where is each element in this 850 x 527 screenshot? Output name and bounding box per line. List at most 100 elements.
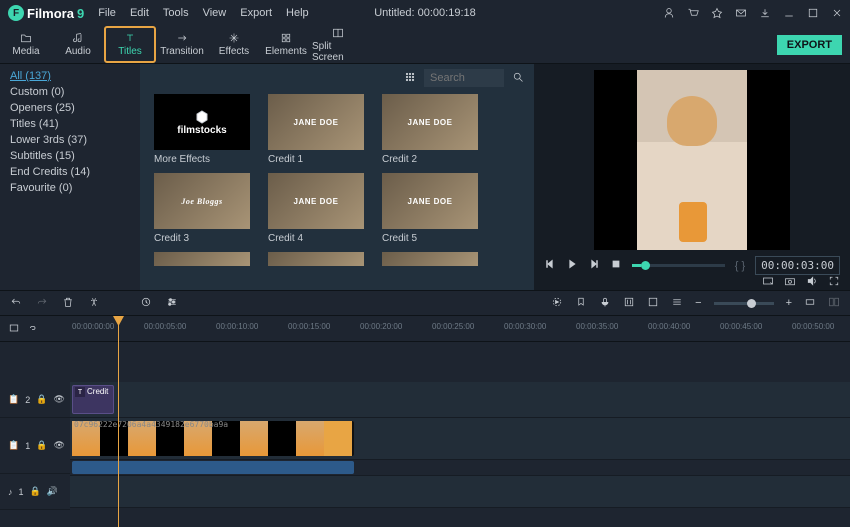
tab-elements[interactable]: Elements <box>260 26 312 63</box>
manage-tracks-icon[interactable] <box>671 296 683 311</box>
cart-icon[interactable] <box>686 6 700 20</box>
track-number: 1 <box>25 441 30 451</box>
star-icon[interactable] <box>710 6 724 20</box>
ripple-icon[interactable] <box>8 322 20 336</box>
thumb-partial-1[interactable] <box>154 252 250 266</box>
sidebar-item-openers[interactable]: Openers (25) <box>10 100 140 116</box>
markers-label[interactable]: { } <box>735 260 745 272</box>
thumb-credit-1[interactable]: JANE DOE Credit 1 <box>268 94 364 165</box>
sidebar-item-all[interactable]: All (137) <box>10 68 140 84</box>
updates-icon[interactable] <box>758 6 772 20</box>
render-icon[interactable] <box>551 296 563 311</box>
tab-audio[interactable]: Audio <box>52 26 104 63</box>
menu-tools[interactable]: Tools <box>163 7 189 19</box>
lock-icon[interactable]: 🔒 <box>30 486 41 497</box>
delete-icon[interactable] <box>62 296 74 311</box>
search-input[interactable] <box>424 69 504 87</box>
zoom-in-icon[interactable]: + <box>786 297 792 309</box>
search-icon[interactable] <box>512 71 524 86</box>
preview-video[interactable] <box>594 70 790 250</box>
menu-view[interactable]: View <box>203 7 227 19</box>
video-track[interactable]: 07c96222e7206a4a4349182e6770ba9a <box>70 418 850 460</box>
grid-view-icon[interactable] <box>404 71 416 86</box>
thumb-more-effects[interactable]: filmstocks More Effects <box>154 94 250 165</box>
sidebar-item-lower3rds[interactable]: Lower 3rds (37) <box>10 132 140 148</box>
track-head-title[interactable]: 📋 2 🔒 👁 <box>0 382 70 418</box>
audio-clip[interactable] <box>72 461 354 474</box>
thumbnail-grid[interactable]: filmstocks More Effects JANE DOE Credit … <box>140 92 534 290</box>
ruler-tick: 00:00:20:00 <box>360 322 402 331</box>
title-track[interactable]: Credit <box>70 382 850 418</box>
sidebar-item-favourite[interactable]: Favourite (0) <box>10 180 140 196</box>
maximize-icon[interactable] <box>806 6 820 20</box>
mail-icon[interactable] <box>734 6 748 20</box>
thumb-partial-3[interactable] <box>382 252 478 266</box>
eye-icon[interactable]: 👁 <box>53 394 64 405</box>
snapshot-icon[interactable] <box>784 275 796 290</box>
tab-media[interactable]: Media <box>0 26 52 63</box>
menu-export[interactable]: Export <box>240 7 272 19</box>
zoom-out-icon[interactable]: − <box>695 297 701 309</box>
mixer-icon[interactable] <box>623 296 635 311</box>
lock-icon[interactable]: 🔒 <box>36 440 47 451</box>
next-frame-icon[interactable] <box>588 258 600 273</box>
track-head-video[interactable]: 📋 1 🔒 👁 <box>0 418 70 474</box>
track-audio-icon: ♪ <box>8 487 13 497</box>
timeline-body[interactable]: 00:00:00:00 00:00:05:00 00:00:10:00 00:0… <box>70 316 850 527</box>
redo-icon[interactable] <box>36 296 48 311</box>
zoom-slider[interactable] <box>714 302 774 305</box>
menu-edit[interactable]: Edit <box>130 7 149 19</box>
link-icon[interactable] <box>26 322 38 336</box>
clip-filename: 07c96222e7206a4a4349182e6770ba9a <box>74 420 228 429</box>
duration-icon[interactable] <box>140 296 152 311</box>
thumb-credit-4[interactable]: JANE DOE Credit 4 <box>268 173 364 244</box>
tab-transition[interactable]: Transition <box>156 26 208 63</box>
progress-bar[interactable] <box>632 264 725 267</box>
sidebar-item-endcredits[interactable]: End Credits (14) <box>10 164 140 180</box>
thumb-credit-5[interactable]: JANE DOE Credit 5 <box>382 173 478 244</box>
tab-titles[interactable]: Titles <box>104 26 156 63</box>
marker-icon[interactable] <box>575 296 587 311</box>
zoom-fit-icon[interactable] <box>804 296 816 311</box>
settings-icon[interactable] <box>166 296 178 311</box>
fullscreen-icon[interactable] <box>828 275 840 290</box>
time-ruler[interactable]: 00:00:00:00 00:00:05:00 00:00:10:00 00:0… <box>70 316 850 342</box>
audio-track-2[interactable] <box>70 476 850 508</box>
eye-icon[interactable]: 👁 <box>53 440 64 451</box>
menu-file[interactable]: File <box>98 7 116 19</box>
thumb-partial-2[interactable] <box>268 252 364 266</box>
export-button[interactable]: EXPORT <box>777 35 842 55</box>
panel-layout-icon[interactable] <box>828 296 840 311</box>
volume-icon[interactable] <box>806 275 818 290</box>
quality-icon[interactable] <box>762 275 774 290</box>
stop-icon[interactable] <box>610 258 622 273</box>
lock-icon[interactable]: 🔒 <box>36 394 47 405</box>
track-head-audio[interactable]: ♪ 1 🔒 🔊 <box>0 474 70 510</box>
sidebar-item-custom[interactable]: Custom (0) <box>10 84 140 100</box>
title-clip[interactable]: Credit <box>72 385 114 414</box>
thumb-credit-2[interactable]: JANE DOE Credit 2 <box>382 94 478 165</box>
track-type-icon: 📋 <box>8 440 19 451</box>
timecode-display[interactable]: 00:00:03:00 <box>755 256 840 275</box>
keyframe-icon[interactable] <box>647 296 659 311</box>
split-icon[interactable] <box>88 296 100 311</box>
thumb-credit-3[interactable]: Joe Bloggs Credit 3 <box>154 173 250 244</box>
prev-frame-icon[interactable] <box>544 258 556 273</box>
account-icon[interactable] <box>662 6 676 20</box>
menu-help[interactable]: Help <box>286 7 309 19</box>
ruler-tick: 00:00:25:00 <box>432 322 474 331</box>
undo-icon[interactable] <box>10 296 22 311</box>
record-vo-icon[interactable] <box>599 296 611 311</box>
video-clip[interactable]: 07c96222e7206a4a4349182e6770ba9a <box>72 421 354 456</box>
playhead[interactable] <box>118 316 119 527</box>
tab-split-screen[interactable]: Split Screen <box>312 26 364 63</box>
audio-track[interactable] <box>70 460 850 476</box>
minimize-icon[interactable] <box>782 6 796 20</box>
sidebar-item-subtitles[interactable]: Subtitles (15) <box>10 148 140 164</box>
preview-bottom-bar <box>534 275 850 290</box>
sidebar-item-titles[interactable]: Titles (41) <box>10 116 140 132</box>
tab-effects[interactable]: Effects <box>208 26 260 63</box>
play-icon[interactable] <box>566 258 578 273</box>
close-icon[interactable] <box>830 6 844 20</box>
speaker-icon[interactable]: 🔊 <box>47 486 58 497</box>
